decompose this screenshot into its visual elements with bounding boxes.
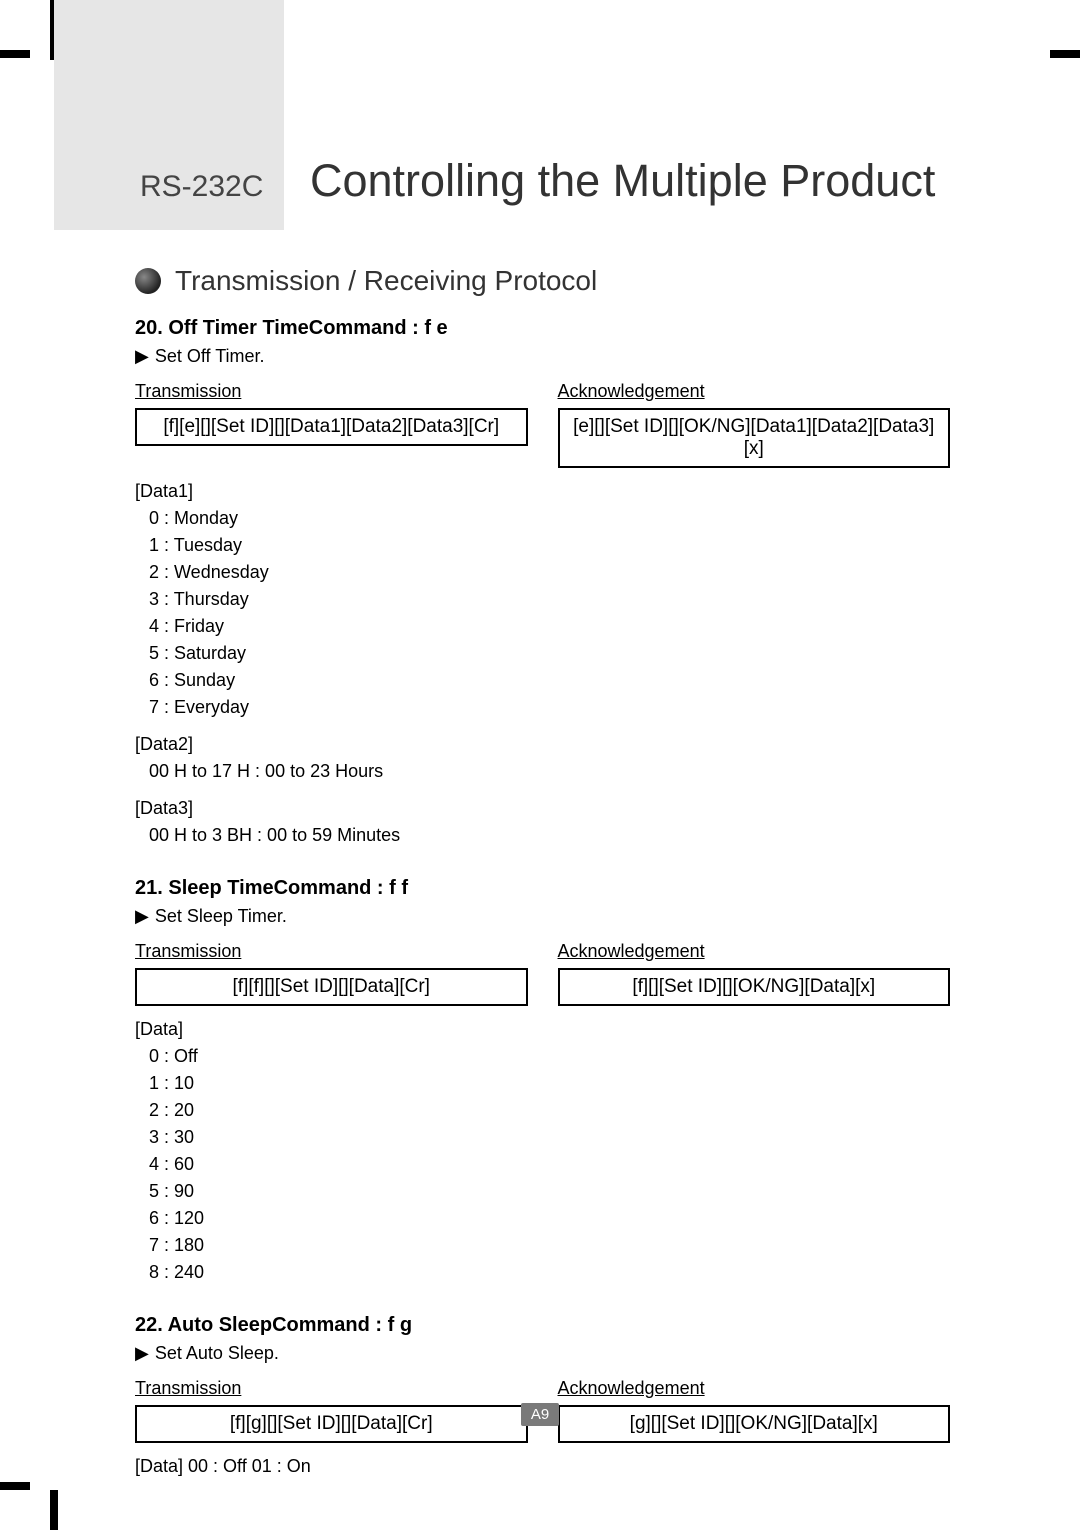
cmd21-data-label: [Data] — [135, 1016, 950, 1043]
section-title: Transmission / Receiving Protocol — [175, 265, 597, 297]
cmd21-data-item: 5 : 90 — [135, 1178, 950, 1205]
cmd21-data-item: 2 : 20 — [135, 1097, 950, 1124]
cmd20-data1-item: 3 : Thursday — [135, 586, 950, 613]
cmd21-ack-box: [f][][Set ID][][OK/NG][Data][x] — [558, 968, 951, 1006]
cmd22-data-line: [Data] 00 : Off 01 : On — [135, 1453, 950, 1480]
cmd20-data3-text: 00 H to 3 BH : 00 to 59 Minutes — [135, 822, 950, 849]
cmd21-title: 21. Sleep TimeCommand : f f — [135, 877, 950, 900]
transmission-label: Transmission — [135, 381, 528, 402]
transmission-label: Transmission — [135, 941, 528, 962]
cmd22-sub-text: Set Auto Sleep. — [155, 1343, 279, 1363]
footer: A9 — [0, 1403, 1080, 1426]
transmission-label: Transmission — [135, 1378, 528, 1399]
cmd20-data2-label: [Data2] — [135, 731, 950, 758]
acknowledgement-label: Acknowledgement — [558, 1378, 951, 1399]
arrow-icon: ▶ — [135, 346, 149, 367]
cmd20-sub: ▶ Set Off Timer. — [135, 346, 950, 367]
header-small-title: RS-232C — [140, 170, 263, 204]
cmd20-data1-item: 5 : Saturday — [135, 640, 950, 667]
bullet-icon — [135, 268, 161, 294]
cmd20-transmission-box: [f][e][][Set ID][][Data1][Data2][Data3][… — [135, 408, 528, 446]
cmd21-sub-text: Set Sleep Timer. — [155, 906, 287, 926]
cmd20-data1-label: [Data1] — [135, 478, 950, 505]
cmd20-data1-item: 4 : Friday — [135, 613, 950, 640]
cmd21-data-item: 3 : 30 — [135, 1124, 950, 1151]
cmd20-data1-item: 0 : Monday — [135, 505, 950, 532]
cmd20-data3-label: [Data3] — [135, 795, 950, 822]
cmd20-title: 20. Off Timer TimeCommand : f e — [135, 317, 950, 340]
cmd21-sub: ▶ Set Sleep Timer. — [135, 906, 950, 927]
acknowledgement-label: Acknowledgement — [558, 381, 951, 402]
cmd21-data-item: 8 : 240 — [135, 1259, 950, 1286]
acknowledgement-label: Acknowledgement — [558, 941, 951, 962]
cmd21-data-item: 4 : 60 — [135, 1151, 950, 1178]
crop-mark — [50, 1490, 58, 1530]
cmd21-data-item: 7 : 180 — [135, 1232, 950, 1259]
cmd22-title: 22. Auto SleepCommand : f g — [135, 1314, 950, 1337]
cmd20-data2-text: 00 H to 17 H : 00 to 23 Hours — [135, 758, 950, 785]
cmd21-data-item: 1 : 10 — [135, 1070, 950, 1097]
arrow-icon: ▶ — [135, 1343, 149, 1364]
cmd20-ack-box: [e][][Set ID][][OK/NG][Data1][Data2][Dat… — [558, 408, 951, 468]
cmd20-data1-item: 7 : Everyday — [135, 694, 950, 721]
cmd21-data-item: 0 : Off — [135, 1043, 950, 1070]
cmd21-transmission-box: [f][f][][Set ID][][Data][Cr] — [135, 968, 528, 1006]
cmd20-sub-text: Set Off Timer. — [155, 346, 265, 366]
header-large-title: Controlling the Multiple Product — [310, 155, 935, 207]
cmd22-sub: ▶ Set Auto Sleep. — [135, 1343, 950, 1364]
arrow-icon: ▶ — [135, 906, 149, 927]
cmd20-data1-item: 2 : Wednesday — [135, 559, 950, 586]
cmd20-data1-item: 1 : Tuesday — [135, 532, 950, 559]
page-number: A9 — [521, 1403, 559, 1426]
crop-mark — [1050, 50, 1080, 58]
crop-mark — [0, 50, 30, 58]
cmd21-data-item: 6 : 120 — [135, 1205, 950, 1232]
cmd20-data1-item: 6 : Sunday — [135, 667, 950, 694]
content-area: Transmission / Receiving Protocol 20. Of… — [135, 265, 950, 1480]
crop-mark — [0, 1482, 30, 1490]
